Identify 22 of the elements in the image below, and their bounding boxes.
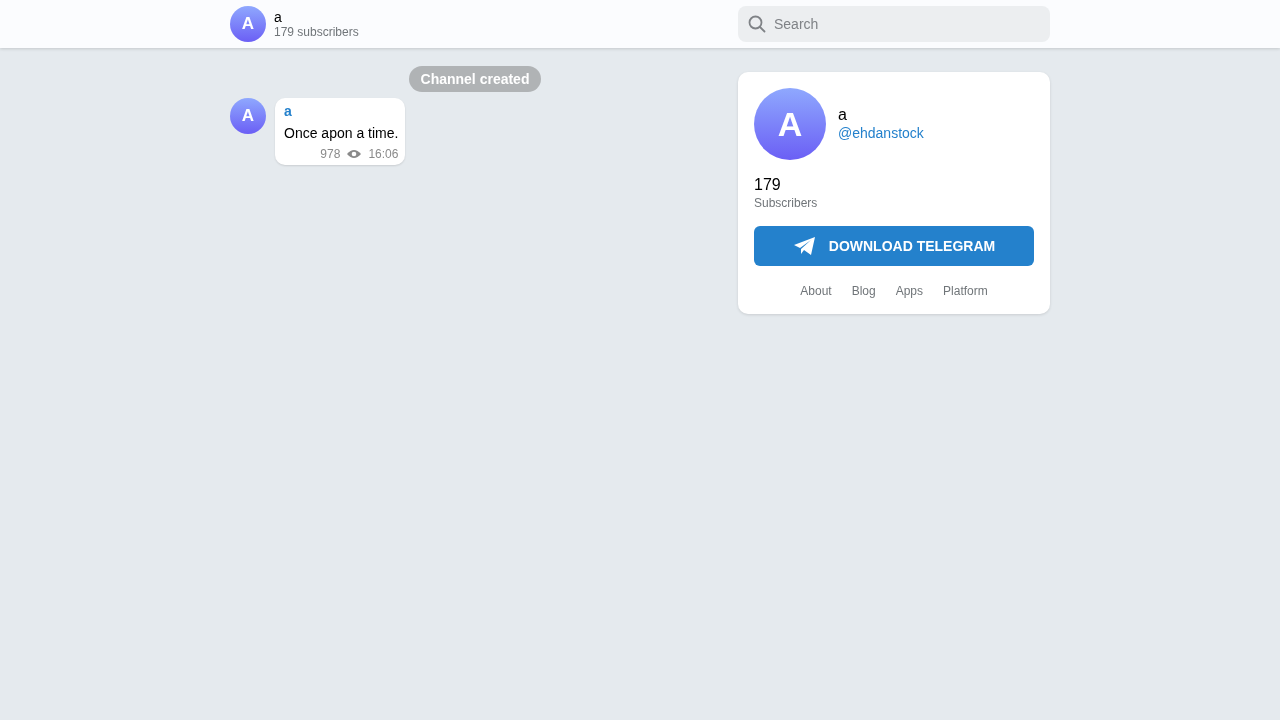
message-time: 16:06: [368, 147, 399, 161]
paper-plane-icon: [792, 236, 817, 256]
eye-icon: [346, 148, 363, 160]
search-field[interactable]: Search: [738, 6, 1050, 42]
view-count: 978: [320, 147, 341, 161]
message-text: Once apon a time.: [284, 125, 399, 141]
footer-link[interactable]: Platform: [943, 284, 988, 298]
subscribers-label: Subscribers: [754, 196, 819, 210]
subscriber-count: 179 subscribers: [274, 25, 359, 39]
author-avatar[interactable]: A: [230, 98, 266, 134]
channel-avatar: A: [754, 88, 826, 160]
download-button[interactable]: DOWNLOAD TELEGRAM: [754, 226, 1034, 266]
channel-name: a: [838, 106, 848, 124]
channel-title: a: [274, 9, 283, 25]
footer-link[interactable]: Apps: [895, 284, 924, 298]
subscriber-count: 179: [754, 176, 782, 194]
channel-avatar[interactable]: A: [230, 6, 266, 42]
channel-username[interactable]: @ehdanstock: [838, 125, 924, 141]
service-message: Channel created: [408, 66, 542, 92]
footer-link[interactable]: Blog: [851, 284, 876, 298]
footer-link[interactable]: About: [800, 284, 832, 298]
author-name[interactable]: a: [284, 103, 399, 119]
